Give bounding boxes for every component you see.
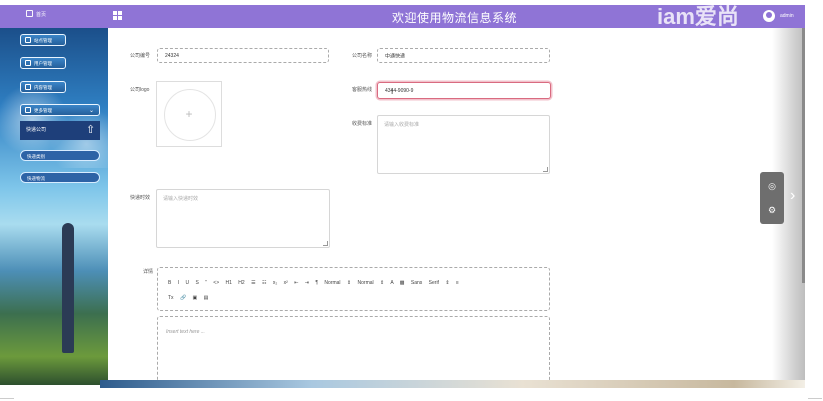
editor-toolbar[interactable]: B I U S ” <> H1 H2 ☰ ☷ x₂ x² ⇤ ⇥ ¶ Norma… — [157, 267, 550, 311]
editor-placeholder: Insert text here ... — [166, 329, 205, 335]
timing-textarea[interactable]: 请输入快递时效 — [156, 189, 330, 248]
sidebar-item-label: 更多管理 — [34, 108, 52, 113]
scrollbar[interactable] — [802, 28, 805, 283]
editor-toolbar-row1[interactable]: B I U S ” <> H1 H2 ☰ ☷ x₂ x² ⇤ ⇥ ¶ Norma… — [168, 280, 459, 286]
sidebar-item-label: 内容管理 — [34, 85, 52, 90]
settings-icon[interactable]: ⚙ — [766, 204, 778, 216]
sidebar-item-more[interactable]: 更多管理 ⌄ — [20, 104, 100, 116]
company-name-input[interactable]: 中通快递 — [377, 48, 550, 63]
timing-label: 快递时效 — [130, 195, 151, 201]
company-id-label: 公司编号 — [130, 53, 151, 59]
logo-label: 公司logo — [130, 87, 150, 93]
top-bar: 首页 欢迎使用物流信息系统 iam爱尚 admin — [0, 4, 805, 29]
sidebar-item-label: 站点管理 — [34, 38, 52, 43]
text-cursor-icon: I — [391, 87, 394, 96]
fee-label: 收费标准 — [352, 121, 373, 127]
details-label: 详情 — [143, 269, 154, 275]
content-icon — [25, 84, 31, 90]
editor-content[interactable]: Insert text here ... — [157, 316, 550, 388]
more-icon — [25, 107, 31, 113]
sidebar-subitem-category[interactable]: 快递类别 — [20, 150, 100, 161]
resize-handle-icon[interactable] — [543, 167, 548, 172]
avatar[interactable] — [763, 10, 775, 22]
sidebar-item-users[interactable]: 用户管理 — [20, 57, 66, 69]
home-icon — [26, 10, 33, 17]
home-label: 首页 — [36, 12, 47, 18]
sidebar-item-label: 用户管理 — [34, 61, 52, 66]
watermark-logo: iam爱尚 — [657, 4, 739, 29]
phone-label: 客服热线 — [352, 87, 373, 93]
chevron-down-icon: ⌄ — [88, 108, 94, 114]
phone-input[interactable]: 4344-9090-9 — [377, 82, 551, 99]
camera-icon[interactable]: ◎ — [766, 180, 778, 192]
home-link[interactable]: 首页 — [26, 10, 46, 18]
company-id-value: 24324 — [165, 52, 179, 59]
divider — [808, 398, 822, 399]
timing-placeholder: 请输入快递时效 — [163, 196, 199, 202]
pin-icon: ⇧ — [86, 124, 96, 136]
editor-toolbar-row2[interactable]: Tx 🔗 ▣ ▤ — [168, 295, 208, 301]
company-name-label: 公司名称 — [352, 53, 373, 59]
page-title: 欢迎使用物流信息系统 — [392, 11, 518, 25]
fee-placeholder: 请输入收费标准 — [384, 122, 420, 128]
side-toolbox: ◎ ⚙ — [760, 172, 784, 224]
logo-uploader[interactable]: + — [156, 81, 222, 147]
chevron-right-icon[interactable]: › — [790, 187, 795, 205]
fee-textarea[interactable]: 请输入收费标准 — [377, 115, 550, 174]
resize-handle-icon[interactable] — [323, 241, 328, 246]
company-name-value: 中通快递 — [385, 53, 406, 59]
bottom-decoration — [100, 380, 805, 388]
company-id-input[interactable]: 24324 — [157, 48, 329, 63]
user-icon — [25, 60, 31, 66]
sidebar-item-content[interactable]: 内容管理 — [20, 81, 66, 93]
site-icon — [25, 37, 31, 43]
sidebar-item-site[interactable]: 站点管理 — [20, 34, 66, 46]
username[interactable]: admin — [780, 13, 794, 19]
sidebar-subitem-logistics[interactable]: 快递物流 — [20, 172, 100, 183]
divider — [0, 398, 14, 399]
phone-value: 4344-9090-9 — [385, 87, 414, 94]
plus-icon: + — [185, 107, 193, 121]
menu-grid-icon[interactable] — [113, 11, 122, 20]
